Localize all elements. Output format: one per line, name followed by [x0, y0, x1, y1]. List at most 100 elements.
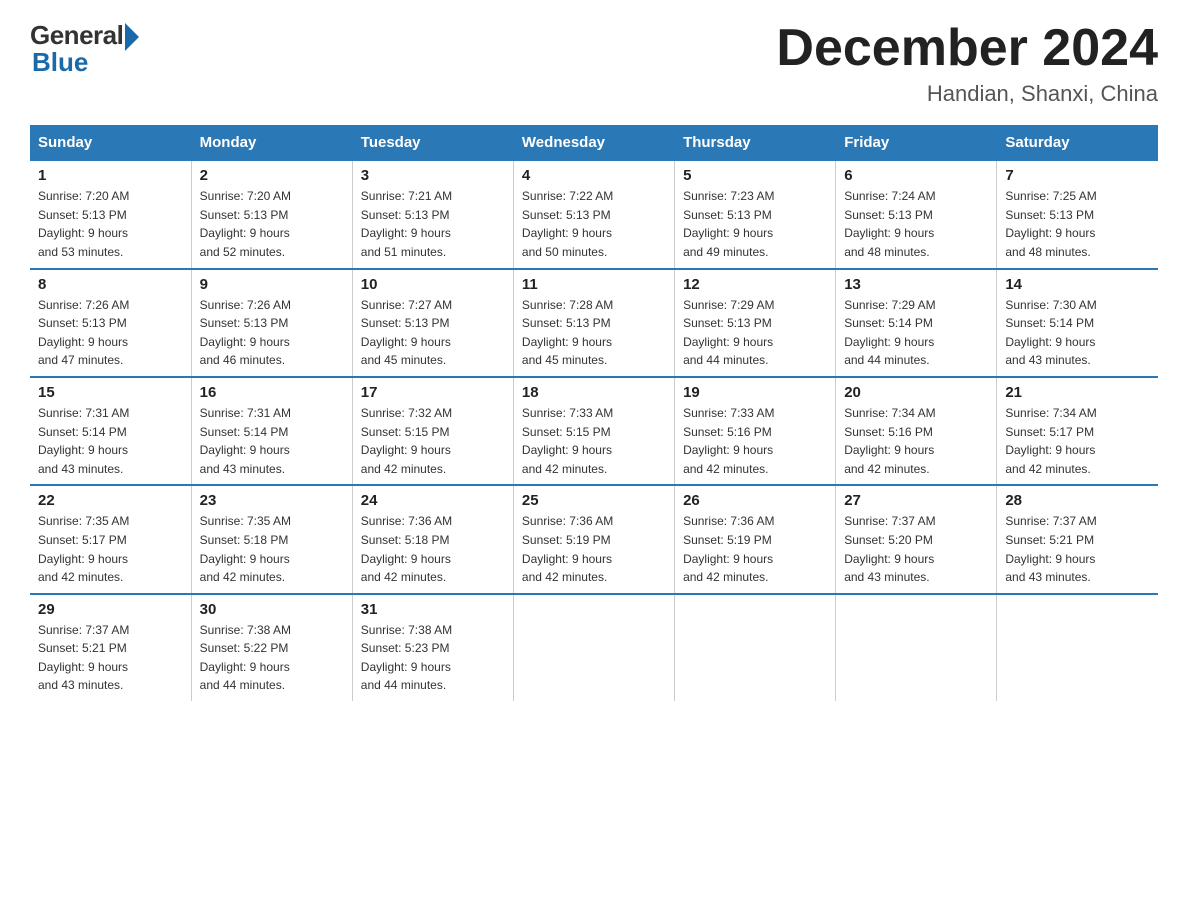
day-number: 1: [38, 167, 183, 184]
day-number: 28: [1005, 492, 1150, 509]
day-info: Sunrise: 7:37 AMSunset: 5:20 PMDaylight:…: [844, 512, 988, 586]
day-number: 20: [844, 384, 988, 401]
calendar-day-cell: 8Sunrise: 7:26 AMSunset: 5:13 PMDaylight…: [30, 269, 191, 377]
day-number: 2: [200, 167, 344, 184]
day-number: 31: [361, 601, 505, 618]
day-info: Sunrise: 7:29 AMSunset: 5:14 PMDaylight:…: [844, 296, 988, 370]
location-subtitle: Handian, Shanxi, China: [776, 81, 1158, 107]
calendar-day-cell: [675, 594, 836, 701]
day-info: Sunrise: 7:26 AMSunset: 5:13 PMDaylight:…: [38, 296, 183, 370]
day-of-week-header: Friday: [836, 126, 997, 161]
calendar-day-cell: 22Sunrise: 7:35 AMSunset: 5:17 PMDayligh…: [30, 485, 191, 593]
calendar-body: 1 Sunrise: 7:20 AMSunset: 5:13 PMDaylight…: [30, 160, 1158, 701]
day-number: 12: [683, 276, 827, 293]
day-number: 24: [361, 492, 505, 509]
day-number: 19: [683, 384, 827, 401]
calendar-day-cell: 25 Sunrise: 7:36 AMSunset: 5:19 PMDayligh…: [513, 485, 674, 593]
calendar-table: SundayMondayTuesdayWednesdayThursdayFrid…: [30, 125, 1158, 701]
calendar-day-cell: 5Sunrise: 7:23 AMSunset: 5:13 PMDaylight…: [675, 160, 836, 268]
day-number: 3: [361, 167, 505, 184]
day-number: 29: [38, 601, 183, 618]
calendar-day-cell: 15 Sunrise: 7:31 AMSunset: 5:14 PMDayligh…: [30, 377, 191, 485]
calendar-day-cell: 6 Sunrise: 7:24 AMSunset: 5:13 PMDaylight…: [836, 160, 997, 268]
calendar-day-cell: 13Sunrise: 7:29 AMSunset: 5:14 PMDayligh…: [836, 269, 997, 377]
logo-blue-text: Blue: [32, 47, 88, 78]
calendar-day-cell: 9 Sunrise: 7:26 AMSunset: 5:13 PMDaylight…: [191, 269, 352, 377]
calendar-day-cell: 29 Sunrise: 7:37 AMSunset: 5:21 PMDayligh…: [30, 594, 191, 701]
day-number: 16: [200, 384, 344, 401]
day-number: 27: [844, 492, 988, 509]
day-info: Sunrise: 7:31 AMSunset: 5:14 PMDaylight:…: [200, 404, 344, 478]
calendar-day-cell: [997, 594, 1158, 701]
day-info: Sunrise: 7:35 AMSunset: 5:18 PMDaylight:…: [200, 512, 344, 586]
day-number: 22: [38, 492, 183, 509]
calendar-week-row: 1 Sunrise: 7:20 AMSunset: 5:13 PMDaylight…: [30, 160, 1158, 268]
day-number: 5: [683, 167, 827, 184]
calendar-day-cell: 31 Sunrise: 7:38 AMSunset: 5:23 PMDayligh…: [352, 594, 513, 701]
day-of-week-header: Sunday: [30, 126, 191, 161]
day-info: Sunrise: 7:26 AMSunset: 5:13 PMDaylight:…: [200, 296, 344, 370]
day-number: 17: [361, 384, 505, 401]
day-of-week-header: Saturday: [997, 126, 1158, 161]
calendar-day-cell: 4 Sunrise: 7:22 AMSunset: 5:13 PMDaylight…: [513, 160, 674, 268]
title-block: December 2024 Handian, Shanxi, China: [776, 20, 1158, 107]
day-of-week-header: Monday: [191, 126, 352, 161]
day-number: 25: [522, 492, 666, 509]
month-title: December 2024: [776, 20, 1158, 77]
day-number: 4: [522, 167, 666, 184]
calendar-day-cell: 21Sunrise: 7:34 AMSunset: 5:17 PMDayligh…: [997, 377, 1158, 485]
day-number: 15: [38, 384, 183, 401]
day-number: 7: [1005, 167, 1150, 184]
day-info: Sunrise: 7:36 AMSunset: 5:19 PMDaylight:…: [683, 512, 827, 586]
calendar-week-row: 15 Sunrise: 7:31 AMSunset: 5:14 PMDayligh…: [30, 377, 1158, 485]
calendar-day-cell: 11 Sunrise: 7:28 AMSunset: 5:13 PMDayligh…: [513, 269, 674, 377]
day-number: 11: [522, 276, 666, 293]
day-info: Sunrise: 7:30 AMSunset: 5:14 PMDaylight:…: [1005, 296, 1150, 370]
calendar-day-cell: 18Sunrise: 7:33 AMSunset: 5:15 PMDayligh…: [513, 377, 674, 485]
day-info: Sunrise: 7:25 AMSunset: 5:13 PMDaylight:…: [1005, 187, 1150, 261]
day-info: Sunrise: 7:33 AMSunset: 5:16 PMDaylight:…: [683, 404, 827, 478]
calendar-week-row: 8Sunrise: 7:26 AMSunset: 5:13 PMDaylight…: [30, 269, 1158, 377]
day-info: Sunrise: 7:38 AMSunset: 5:23 PMDaylight:…: [361, 621, 505, 695]
day-info: Sunrise: 7:28 AMSunset: 5:13 PMDaylight:…: [522, 296, 666, 370]
day-info: Sunrise: 7:24 AMSunset: 5:13 PMDaylight:…: [844, 187, 988, 261]
day-info: Sunrise: 7:22 AMSunset: 5:13 PMDaylight:…: [522, 187, 666, 261]
day-of-week-header: Wednesday: [513, 126, 674, 161]
calendar-day-cell: 17 Sunrise: 7:32 AMSunset: 5:15 PMDayligh…: [352, 377, 513, 485]
calendar-day-cell: [836, 594, 997, 701]
day-info: Sunrise: 7:31 AMSunset: 5:14 PMDaylight:…: [38, 404, 183, 478]
day-number: 26: [683, 492, 827, 509]
day-info: Sunrise: 7:34 AMSunset: 5:17 PMDaylight:…: [1005, 404, 1150, 478]
day-info: Sunrise: 7:36 AMSunset: 5:18 PMDaylight:…: [361, 512, 505, 586]
day-number: 30: [200, 601, 344, 618]
day-of-week-header: Thursday: [675, 126, 836, 161]
day-number: 23: [200, 492, 344, 509]
day-info: Sunrise: 7:29 AMSunset: 5:13 PMDaylight:…: [683, 296, 827, 370]
calendar-week-row: 29 Sunrise: 7:37 AMSunset: 5:21 PMDayligh…: [30, 594, 1158, 701]
calendar-day-cell: 3Sunrise: 7:21 AMSunset: 5:13 PMDaylight…: [352, 160, 513, 268]
calendar-day-cell: 7 Sunrise: 7:25 AMSunset: 5:13 PMDaylight…: [997, 160, 1158, 268]
calendar-day-cell: 14Sunrise: 7:30 AMSunset: 5:14 PMDayligh…: [997, 269, 1158, 377]
day-number: 6: [844, 167, 988, 184]
day-info: Sunrise: 7:32 AMSunset: 5:15 PMDaylight:…: [361, 404, 505, 478]
calendar-day-cell: 19 Sunrise: 7:33 AMSunset: 5:16 PMDayligh…: [675, 377, 836, 485]
day-info: Sunrise: 7:20 AMSunset: 5:13 PMDaylight:…: [38, 187, 183, 261]
calendar-day-cell: 12 Sunrise: 7:29 AMSunset: 5:13 PMDayligh…: [675, 269, 836, 377]
calendar-day-cell: 10Sunrise: 7:27 AMSunset: 5:13 PMDayligh…: [352, 269, 513, 377]
calendar-day-cell: 23 Sunrise: 7:35 AMSunset: 5:18 PMDayligh…: [191, 485, 352, 593]
day-number: 18: [522, 384, 666, 401]
calendar-day-cell: 30Sunrise: 7:38 AMSunset: 5:22 PMDayligh…: [191, 594, 352, 701]
day-of-week-header: Tuesday: [352, 126, 513, 161]
calendar-day-cell: 28Sunrise: 7:37 AMSunset: 5:21 PMDayligh…: [997, 485, 1158, 593]
calendar-header: SundayMondayTuesdayWednesdayThursdayFrid…: [30, 126, 1158, 161]
calendar-day-cell: 2Sunrise: 7:20 AMSunset: 5:13 PMDaylight…: [191, 160, 352, 268]
calendar-day-cell: [513, 594, 674, 701]
page-header: General Blue December 2024 Handian, Shan…: [30, 20, 1158, 107]
day-info: Sunrise: 7:34 AMSunset: 5:16 PMDaylight:…: [844, 404, 988, 478]
day-number: 9: [200, 276, 344, 293]
calendar-day-cell: 27 Sunrise: 7:37 AMSunset: 5:20 PMDayligh…: [836, 485, 997, 593]
calendar-day-cell: 20 Sunrise: 7:34 AMSunset: 5:16 PMDayligh…: [836, 377, 997, 485]
header-row: SundayMondayTuesdayWednesdayThursdayFrid…: [30, 126, 1158, 161]
day-info: Sunrise: 7:37 AMSunset: 5:21 PMDaylight:…: [38, 621, 183, 695]
day-info: Sunrise: 7:36 AMSunset: 5:19 PMDaylight:…: [522, 512, 666, 586]
